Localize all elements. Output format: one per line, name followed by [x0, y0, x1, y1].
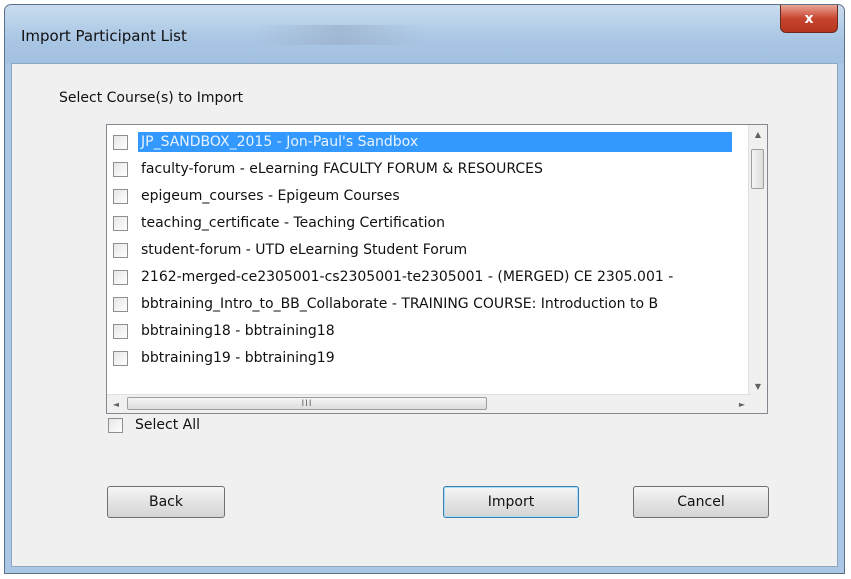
course-label: 2162-merged-ce2305001-cs2305001-te230500… [141, 269, 674, 285]
select-all-checkbox[interactable] [108, 417, 123, 433]
list-item[interactable]: student-forum - UTD eLearning Student Fo… [109, 237, 743, 263]
back-button[interactable]: Back [107, 486, 225, 518]
course-label: teaching_certificate - Teaching Certific… [141, 215, 445, 231]
course-label: bbtraining19 - bbtraining19 [141, 350, 335, 366]
horizontal-scrollbar[interactable]: ◄ III ► [107, 394, 751, 413]
scroll-down-icon[interactable]: ▼ [749, 377, 767, 395]
select-all-label: Select All [135, 417, 200, 433]
cancel-button[interactable]: Cancel [633, 486, 769, 518]
course-checkbox[interactable] [113, 323, 128, 339]
list-item[interactable]: bbtraining_Intro_to_BB_Collaborate - TRA… [109, 291, 743, 317]
section-label: Select Course(s) to Import [59, 90, 244, 106]
course-checkbox[interactable] [113, 350, 128, 366]
dialog-body: Select Course(s) to Import JP_SANDBOX_20… [11, 63, 838, 567]
course-list: JP_SANDBOX_2015 - Jon-Paul's Sandbox fac… [107, 125, 743, 395]
horizontal-scroll-thumb[interactable]: III [127, 397, 487, 410]
course-checkbox[interactable] [113, 269, 128, 285]
list-item[interactable]: epigeum_courses - Epigeum Courses [109, 183, 743, 209]
scrollbar-corner [749, 395, 767, 413]
course-label: JP_SANDBOX_2015 - Jon-Paul's Sandbox [138, 132, 732, 152]
list-item[interactable]: bbtraining18 - bbtraining18 [109, 318, 743, 344]
course-checkbox[interactable] [113, 161, 128, 177]
close-button[interactable]: x [780, 5, 838, 33]
vertical-scrollbar[interactable]: ▲ ▼ [748, 125, 767, 395]
scroll-grip-icon: III [301, 398, 313, 409]
list-item[interactable]: 2162-merged-ce2305001-cs2305001-te230500… [109, 264, 743, 290]
list-item[interactable]: faculty-forum - eLearning FACULTY FORUM … [109, 156, 743, 182]
list-item[interactable]: teaching_certificate - Teaching Certific… [109, 210, 743, 236]
title-bar[interactable]: Import Participant List x [5, 5, 844, 63]
title-bar-blur [255, 25, 425, 45]
course-label: bbtraining_Intro_to_BB_Collaborate - TRA… [141, 296, 659, 312]
course-label: bbtraining18 - bbtraining18 [141, 323, 335, 339]
list-item[interactable]: JP_SANDBOX_2015 - Jon-Paul's Sandbox [109, 129, 743, 155]
course-listbox[interactable]: JP_SANDBOX_2015 - Jon-Paul's Sandbox fac… [106, 124, 768, 414]
course-label: student-forum - UTD eLearning Student Fo… [141, 242, 468, 258]
course-label: faculty-forum - eLearning FACULTY FORUM … [141, 161, 543, 177]
select-all-control[interactable]: Select All [108, 417, 200, 433]
course-checkbox[interactable] [113, 296, 128, 312]
close-icon: x [804, 10, 814, 27]
course-label: epigeum_courses - Epigeum Courses [141, 188, 400, 204]
import-participant-dialog: Import Participant List x Select Course(… [4, 4, 845, 574]
course-checkbox[interactable] [113, 215, 128, 231]
list-item[interactable]: bbtraining19 - bbtraining19 [109, 345, 743, 371]
import-button[interactable]: Import [443, 486, 579, 518]
course-checkbox[interactable] [113, 188, 128, 204]
course-checkbox[interactable] [113, 242, 128, 258]
scroll-left-icon[interactable]: ◄ [107, 395, 125, 413]
window-title: Import Participant List [21, 27, 187, 45]
vertical-scroll-thumb[interactable] [751, 149, 764, 189]
scroll-up-icon[interactable]: ▲ [749, 125, 767, 143]
course-checkbox[interactable] [113, 134, 128, 150]
